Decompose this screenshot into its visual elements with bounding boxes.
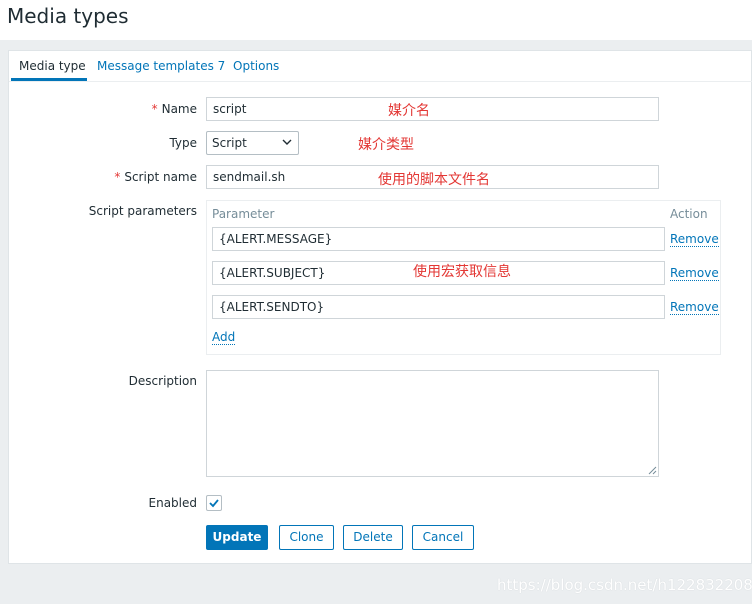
- description-label: Description: [128, 374, 197, 388]
- chevron-down-icon: [282, 136, 292, 151]
- type-label: Type: [169, 136, 197, 150]
- parameter-field-3[interactable]: {ALERT.SENDTO}: [212, 295, 665, 319]
- page-header: Media types: [0, 0, 752, 40]
- enabled-label: Enabled: [148, 496, 198, 510]
- required-mark: *: [151, 102, 158, 116]
- add-parameter-link[interactable]: Add: [212, 330, 236, 345]
- page-title: Media types: [7, 4, 129, 28]
- update-button[interactable]: Update: [206, 525, 268, 550]
- remove-parameter-2-link[interactable]: Remove: [670, 266, 719, 281]
- description-textarea[interactable]: [206, 370, 659, 477]
- parameter-column-header: Parameter: [212, 207, 275, 221]
- tab-label: Message templates: [97, 59, 214, 73]
- resize-handle-icon[interactable]: [648, 466, 657, 475]
- cancel-button[interactable]: Cancel: [412, 525, 474, 550]
- delete-button[interactable]: Delete: [343, 525, 403, 550]
- tab-media-type[interactable]: Media type: [19, 59, 86, 73]
- active-tab-indicator: [11, 78, 87, 81]
- tab-message-templates[interactable]: Message templates 7: [97, 59, 225, 73]
- remove-parameter-3-link[interactable]: Remove: [670, 300, 719, 315]
- name-label: * Name: [151, 102, 197, 116]
- watermark-text: https://blog.csdn.net/h1228322088: [497, 576, 752, 594]
- annotation-script-name: 使用的脚本文件名: [378, 172, 490, 188]
- name-field[interactable]: script: [206, 97, 659, 121]
- clone-button[interactable]: Clone: [279, 525, 334, 550]
- tab-bar: Media type Message templates 7 Options: [9, 51, 752, 82]
- annotation-parameters: 使用宏获取信息: [413, 264, 511, 280]
- action-column-header: Action: [670, 207, 708, 221]
- parameter-field-1[interactable]: {ALERT.MESSAGE}: [212, 227, 665, 251]
- script-name-label: * Script name: [114, 170, 197, 184]
- script-parameters-label: Script parameters: [88, 204, 197, 218]
- type-selected-value: Script: [212, 136, 247, 150]
- enabled-checkbox[interactable]: [206, 495, 222, 511]
- annotation-name: 媒介名: [388, 103, 430, 119]
- remove-parameter-1-link[interactable]: Remove: [670, 232, 719, 247]
- type-select[interactable]: Script: [206, 131, 299, 155]
- annotation-type: 媒介类型: [358, 137, 414, 153]
- required-mark: *: [114, 170, 121, 184]
- tab-count-badge: 7: [217, 59, 226, 73]
- checkmark-icon: [209, 499, 219, 508]
- media-type-form: Media type Message templates 7 Options *…: [8, 50, 752, 564]
- tab-options[interactable]: Options: [233, 59, 279, 73]
